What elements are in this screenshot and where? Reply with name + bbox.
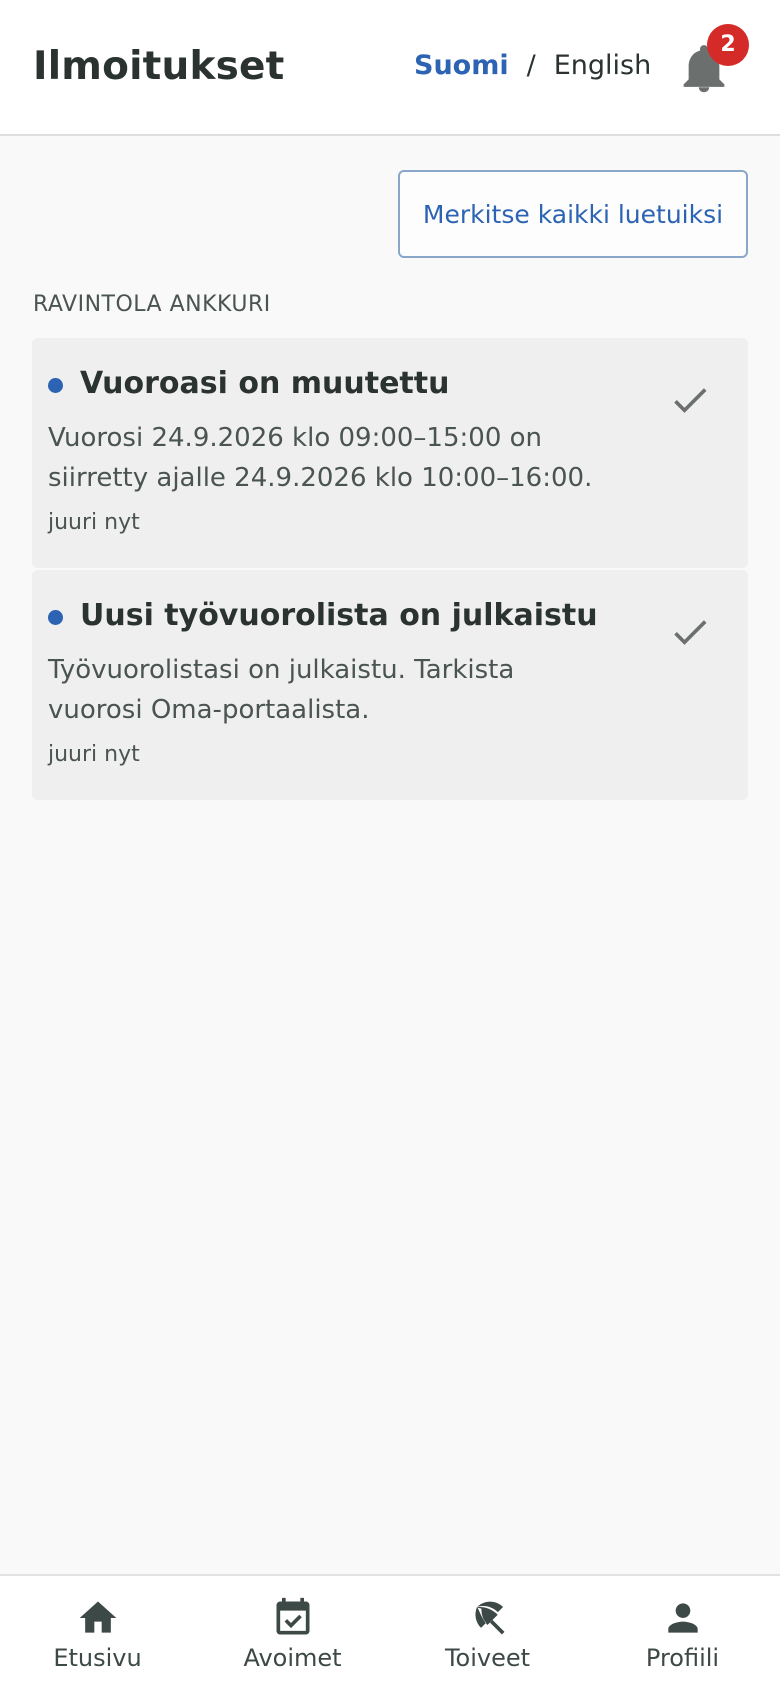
notification-time: juuri nyt <box>48 742 140 767</box>
mark-read-check-icon[interactable] <box>668 378 712 422</box>
page-title: Ilmoitukset <box>33 44 285 89</box>
nav-item-toiveet[interactable]: Toiveet <box>390 1576 585 1688</box>
nav-label: Toiveet <box>444 1644 531 1672</box>
nav-item-profiili[interactable]: Profiili <box>585 1576 780 1688</box>
notification-body: Työvuorolistasi on julkaistu. Tarkista v… <box>48 655 515 725</box>
notification-title: Uusi työvuorolista on julkaistu <box>80 598 598 633</box>
unread-dot-icon <box>48 378 63 393</box>
section-heading: RAVINTOLA ANKKURI <box>33 292 271 317</box>
notification-body: Vuorosi 24.9.2026 klo 09:00–15:00 on sii… <box>48 423 593 493</box>
bottom-navigation: Etusivu Avoimet Toiveet Profiili <box>0 1574 780 1688</box>
nav-item-avoimet[interactable]: Avoimet <box>195 1576 390 1688</box>
notification-title: Vuoroasi on muutettu <box>80 366 450 401</box>
nav-label: Profiili <box>645 1644 720 1672</box>
language-option-english[interactable]: English <box>554 50 652 81</box>
language-switcher: Suomi / English <box>414 50 651 81</box>
language-separator: / <box>526 50 536 81</box>
person-icon <box>661 1596 705 1640</box>
notification-count-badge: 2 <box>707 24 749 66</box>
notification-card[interactable]: Uusi työvuorolista on julkaistu Työvuoro… <box>32 570 748 800</box>
beach-umbrella-icon <box>466 1596 510 1640</box>
app-header: Ilmoitukset Suomi / English 2 <box>0 0 780 136</box>
nav-label: Avoimet <box>243 1644 342 1672</box>
nav-item-etusivu[interactable]: Etusivu <box>0 1576 195 1688</box>
calendar-check-icon <box>271 1596 315 1640</box>
notification-time: juuri nyt <box>48 510 140 535</box>
language-option-finnish[interactable]: Suomi <box>414 50 509 81</box>
home-icon <box>76 1596 120 1640</box>
nav-label: Etusivu <box>53 1644 142 1672</box>
mark-all-read-button[interactable]: Merkitse kaikki luetuiksi <box>398 170 748 258</box>
unread-dot-icon <box>48 610 63 625</box>
notification-card[interactable]: Vuoroasi on muutettu Vuorosi 24.9.2026 k… <box>32 338 748 568</box>
mark-read-check-icon[interactable] <box>668 610 712 654</box>
